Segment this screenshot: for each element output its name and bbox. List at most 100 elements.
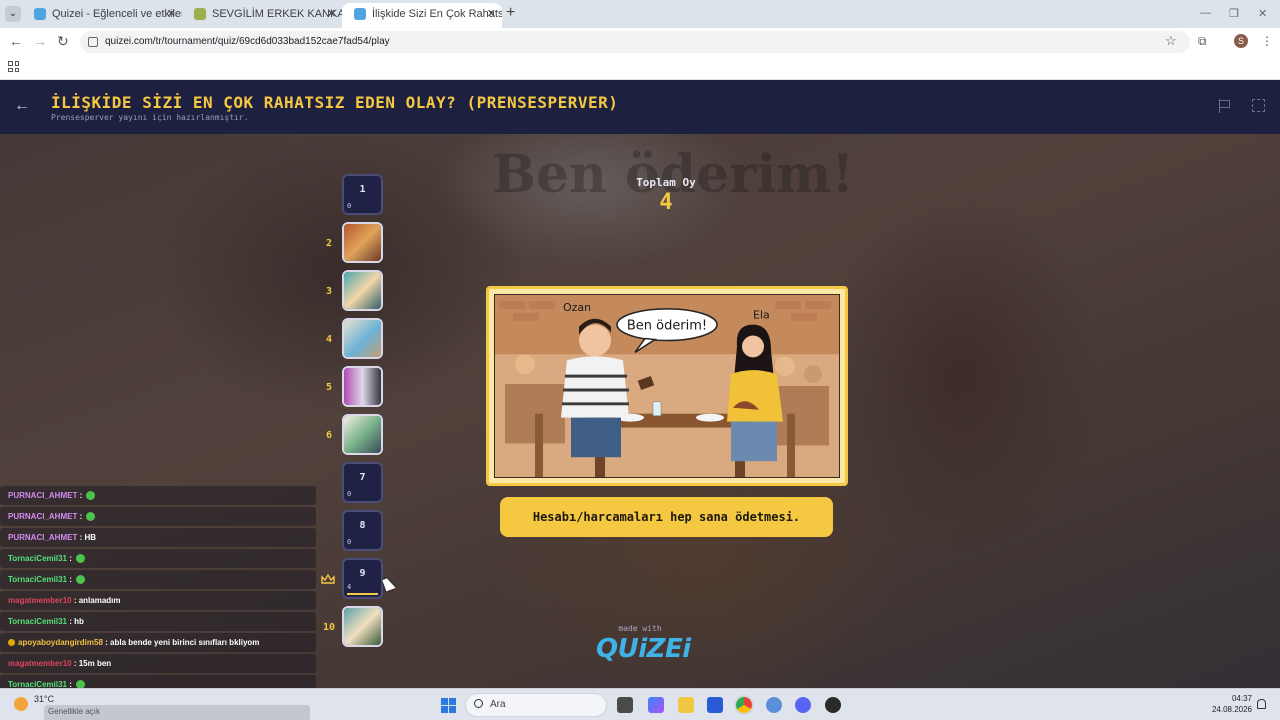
round-thumbnail (344, 416, 381, 453)
chat-username[interactable]: TornaciCemil31 (8, 575, 67, 584)
round-tile-8[interactable]: 8 0 (342, 510, 383, 551)
answer-illustration: Ben öderim! Ozan Ela (494, 294, 840, 478)
chat-username[interactable]: PURNACI_AHMET (8, 512, 77, 521)
chat-username[interactable]: TornaciCemil31 (8, 554, 67, 563)
search-icon (474, 699, 483, 708)
clock-time: 04:37 (1231, 694, 1252, 703)
back-icon[interactable]: ← (9, 34, 23, 48)
round-number: 3 (325, 286, 333, 297)
round-thumbnail (344, 320, 381, 357)
settings-icon[interactable] (766, 697, 782, 713)
round-tile-6[interactable] (342, 414, 383, 455)
chat-separator: : (66, 680, 75, 688)
sun-icon (14, 697, 28, 711)
round-tile-1[interactable]: 1 0 (342, 174, 383, 215)
cafe-scene-illustration: Ben öderim! Ozan Ela (495, 295, 839, 477)
bookmark-star-icon[interactable]: ☆ (1165, 33, 1177, 49)
browser-menu-icon[interactable]: ⋮ (1261, 34, 1273, 48)
reload-icon[interactable]: ↻ (57, 34, 69, 48)
round-tile-number: 7 (359, 472, 366, 483)
discord-icon[interactable] (795, 697, 811, 713)
chat-message: PURNACI_AHMET : HB (0, 528, 316, 547)
obs-icon[interactable] (825, 697, 841, 713)
chat-username[interactable]: magatmember10 (8, 596, 72, 605)
chat-emote-icon (86, 491, 96, 501)
windows-start-icon[interactable] (441, 698, 456, 713)
quiz-stage: Ben öderim! 2 3 4 5 6 10 1 0 7 0 8 0 9 4 (0, 134, 1280, 688)
round-tile-5[interactable] (342, 366, 383, 407)
url-text: quizei.com/tr/tournament/quiz/69cd6d033b… (105, 36, 390, 47)
round-thumbnail (344, 272, 381, 309)
chat-username[interactable]: magatmember10 (8, 659, 72, 668)
apps-grid-icon[interactable] (8, 61, 19, 72)
window-close-icon[interactable]: ✕ (1258, 7, 1267, 20)
total-votes-value: 4 (659, 190, 673, 215)
round-tile-9[interactable]: 9 4 (342, 558, 383, 599)
round-tile-2[interactable] (342, 222, 383, 263)
tab-close-icon[interactable]: ✕ (487, 3, 496, 25)
round-tile-3[interactable] (342, 270, 383, 311)
round-tile-10[interactable] (342, 606, 383, 647)
quiz-subtitle: Prensesperver yayını için hazırlanmıştır… (51, 113, 249, 122)
round-tile-4[interactable] (342, 318, 383, 359)
chat-text: 15m ben (78, 659, 112, 668)
weather-widget[interactable]: 31°C Genellikle açık (14, 693, 310, 720)
taskbar-search-input[interactable]: Ara (465, 693, 607, 717)
chat-username[interactable]: TornaciCemil31 (8, 680, 67, 688)
store-icon[interactable] (707, 697, 723, 713)
browser-tab-bar: ⌄ Quizei - Eğlenceli ve etkileşimli ✕ SE… (0, 0, 1280, 28)
new-tab-button[interactable]: + (506, 5, 515, 21)
site-info-icon[interactable] (88, 37, 98, 47)
tab-quiz-active[interactable]: İlişkide Sizi En Çok Rahatsız Ede ✕ (342, 3, 502, 28)
address-bar[interactable]: quizei.com/tr/tournament/quiz/69cd6d033b… (80, 31, 1190, 53)
tab-search-icon[interactable]: ⌄ (5, 6, 21, 22)
chat-username[interactable]: TornaciCemil31 (8, 617, 67, 626)
answer-text-button[interactable]: Hesabı/harcamaları hep sana ödetmesi. (500, 497, 833, 537)
round-tile-votes: 0 (347, 202, 352, 210)
total-votes-label: Toplam Oy (636, 176, 696, 189)
answer-image-card[interactable]: Ben öderim! Ozan Ela (486, 286, 848, 486)
tab-close-icon[interactable]: ✕ (327, 3, 336, 25)
chat-message: TornaciCemil31 : (0, 549, 316, 568)
round-tile-7[interactable]: 7 0 (342, 462, 383, 503)
round-thumbnail (344, 224, 381, 261)
quizei-logo[interactable]: QUiZEi (596, 634, 691, 664)
chrome-icon[interactable] (736, 697, 752, 713)
chat-username[interactable]: PURNACI_AHMET (8, 533, 77, 542)
copilot-icon[interactable] (648, 697, 664, 713)
chat-username[interactable]: PURNACI_AHMET (8, 491, 77, 500)
extensions-icon[interactable]: ⧉ (1198, 34, 1207, 49)
bookmarks-bar (0, 56, 1280, 80)
chat-badge-icon (8, 639, 15, 647)
report-flag-icon[interactable] (1219, 99, 1231, 113)
minimize-icon[interactable]: — (1200, 7, 1211, 19)
chat-emote-icon (76, 680, 86, 688)
chat-text: hb (74, 617, 84, 626)
round-vote-bar-fill (347, 593, 378, 595)
back-arrow-icon[interactable]: ← (14, 98, 30, 114)
clock[interactable]: 04:37 24.08.2026 (1200, 693, 1252, 715)
chat-separator: : (102, 638, 111, 647)
fullscreen-icon[interactable] (1252, 99, 1265, 112)
task-view-icon[interactable] (617, 697, 633, 713)
forward-icon[interactable]: → (33, 34, 47, 48)
chat-text: abla bende yeni birinci sınıfları bkliyo… (110, 638, 260, 647)
chat-text: HB (84, 533, 97, 542)
round-tile-votes: 4 (347, 583, 352, 591)
tab-video[interactable]: SEVGİLİM ERKEK KANKASI İLE ! ✕ (182, 3, 342, 28)
chat-username[interactable]: apoyaboydangirdim58 (18, 638, 103, 647)
round-tile-number: 1 (359, 184, 366, 195)
profile-avatar[interactable]: S (1234, 34, 1248, 48)
restore-icon[interactable]: ❐ (1229, 7, 1239, 20)
file-explorer-icon[interactable] (678, 697, 694, 713)
tab-favicon-icon (354, 8, 366, 20)
notification-bell-icon[interactable] (1257, 699, 1266, 709)
leader-crown-icon (321, 574, 335, 584)
search-placeholder: Ara (490, 699, 506, 710)
chat-emote-icon (76, 575, 86, 585)
chat-emote-icon (86, 512, 96, 522)
tab-close-icon[interactable]: ✕ (167, 3, 176, 25)
tab-quizei-home[interactable]: Quizei - Eğlenceli ve etkileşimli ✕ (22, 3, 182, 28)
tab-favicon-icon (194, 8, 206, 20)
chat-message: TornaciCemil31 : (0, 675, 316, 688)
